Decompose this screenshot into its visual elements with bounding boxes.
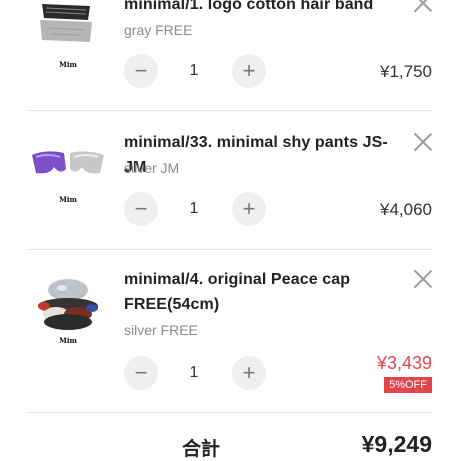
product-thumbnail[interactable]: Mim [28,276,108,346]
brand-logo: Mim [59,336,77,345]
quantity-decrease-button[interactable]: − [124,192,158,226]
brand-logo: Mim [59,195,77,204]
quantity-increase-button[interactable]: + [232,54,266,88]
product-name[interactable]: minimal/4. original Peace cap FREE(54cm) [124,267,404,317]
quantity-decrease-button[interactable]: − [124,356,158,390]
quantity-decrease-button[interactable]: − [124,54,158,88]
product-variant: silver FREE [124,322,198,338]
divider [28,412,432,413]
cart-item: Mim minimal/33. minimal shy pants JS-JM … [28,111,432,249]
quantity-increase-button[interactable]: + [232,192,266,226]
item-price: ¥1,750 [380,62,432,81]
quantity-increase-button[interactable]: + [232,356,266,390]
remove-item-close-icon[interactable] [414,0,432,12]
product-thumbnail[interactable]: Mim [28,0,108,70]
product-thumbnail[interactable]: Mim [28,141,108,211]
total-label: 合計 [182,439,221,460]
quantity-value: 1 [189,62,199,79]
shy-pants-image [28,141,108,191]
product-variant: gray FREE [124,22,193,38]
item-price: ¥4,060 [380,200,432,219]
discount-badge: 5%OFF [384,377,432,393]
cart-item: Mim minimal/4. original Peace cap FREE(5… [28,250,432,412]
product-variant: silver JM [124,160,180,176]
cart-item: Mim minimal/1. logo cotton hair band gra… [28,0,432,110]
quantity-value: 1 [189,200,199,217]
brand-logo: Mim [59,60,77,69]
product-name[interactable]: minimal/1. logo cotton hair band [124,0,404,17]
peace-cap-image [28,276,108,342]
remove-item-close-icon[interactable] [414,133,432,151]
hair-band-image [28,0,108,58]
quantity-value: 1 [189,364,199,381]
sale-price: ¥3,439 [376,353,432,373]
remove-item-close-icon[interactable] [414,270,432,288]
total-amount: ¥9,249 [361,431,432,457]
